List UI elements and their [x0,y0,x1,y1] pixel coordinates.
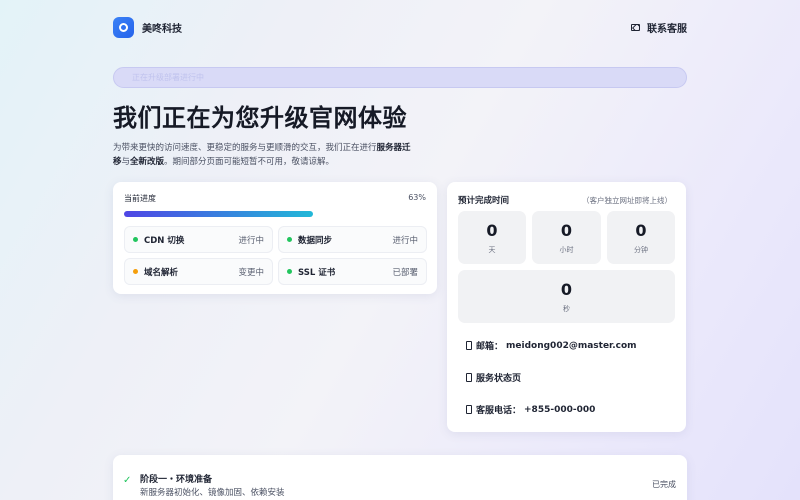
page-title: 我们正在为您升级官网体验 [113,104,407,132]
brand[interactable]: 美咚科技 [113,16,182,38]
desc-text-2: 与 [121,157,131,167]
email-value: meidong002@master.com [506,340,637,351]
task-item: SSL 证书 已部署 [278,258,427,285]
desc-text-1: 为带来更快的访问速度、更稳定的服务与更顺滑的交互，我们正在进行 [113,143,377,153]
mail-icon [631,23,640,31]
task-status: 变更中 [238,267,264,278]
status-page-link[interactable]: 服务状态页 [466,371,521,384]
status-dot [133,237,138,242]
email-label: 邮箱： [476,342,504,352]
check-icon: ✓ [123,475,132,486]
progress-card: 当前进度 63% CDN 切换 进行中 数据同步 进行中 域名解析 变更中 SS… [113,182,437,294]
phone-value: +855-000-000 [524,404,596,415]
task-name: CDN 切换 [144,235,185,246]
days-label: 天 [488,245,496,254]
progress-title: 当前进度 [124,194,156,203]
phase-title: 阶段一・环境准备 [140,475,213,485]
phone-icon [466,405,472,414]
countdown-title: 预计完成时间 [458,196,510,206]
phase-subtitle: 新服务器初始化、镜像加固、依赖安装 [140,488,285,498]
progress-bar [124,211,424,217]
hours-value: 0 [560,220,573,240]
top-bar: 美咚科技 联系客服 [113,16,687,38]
task-status: 进行中 [392,235,418,246]
countdown-days: 0 天 [458,211,526,264]
task-status: 进行中 [238,235,264,246]
countdown-hours: 0 小时 [532,211,601,264]
status-pill: 正在升级部署进行中 [113,67,687,88]
phone-link[interactable]: 客服电话： +855-000-000 [466,403,595,416]
status-dot [287,237,292,242]
status-page-icon [466,373,472,382]
seconds-value: 0 [560,279,573,299]
contact-support-link[interactable]: 联系客服 [631,20,687,35]
page-description: 为带来更快的访问速度、更稳定的服务与更顺滑的交互，我们正在进行服务器迁移与全新改… [113,141,413,169]
status-dot [287,269,292,274]
progress-percent: 63% [408,193,426,202]
days-value: 0 [486,220,498,240]
desc-bold-2: 全新改版 [130,157,165,167]
task-item: 数据同步 进行中 [278,226,427,253]
brand-name: 美咚科技 [142,23,182,35]
progress-bar-fill [124,211,313,217]
task-name: 数据同步 [298,235,333,246]
status-dot [133,269,138,274]
countdown-seconds: 0 秒 [458,270,675,323]
task-name: SSL 证书 [298,267,336,278]
logo-icon [113,16,134,38]
phase-status: 已完成 [652,480,676,489]
task-name: 域名解析 [144,267,179,278]
task-item: 域名解析 变更中 [124,258,273,285]
seconds-label: 秒 [563,304,570,313]
hours-label: 小时 [559,245,574,254]
desc-text-3: 。期间部分页面可能短暂不可用，敬请谅解。 [164,157,335,167]
task-item: CDN 切换 进行中 [124,226,273,253]
phase-card: ✓ 阶段一・环境准备 新服务器初始化、镜像加固、依赖安装 已完成 [113,455,687,500]
task-status: 已部署 [392,267,418,278]
minutes-label: 分钟 [634,245,648,254]
minutes-value: 0 [635,220,647,240]
email-icon [466,341,472,350]
countdown-card: 预计完成时间 （客户独立网址即将上线） 0 天 0 小时 0 分钟 0 秒 邮箱… [447,182,686,432]
status-page-label: 服务状态页 [476,374,522,384]
phone-label: 客服电话： [476,406,522,416]
email-link[interactable]: 邮箱： meidong002@master.com [466,339,637,352]
countdown-note: （客户独立网址即将上线） [582,195,672,205]
countdown-minutes: 0 分钟 [607,211,675,264]
contact-support-label: 联系客服 [647,23,687,35]
